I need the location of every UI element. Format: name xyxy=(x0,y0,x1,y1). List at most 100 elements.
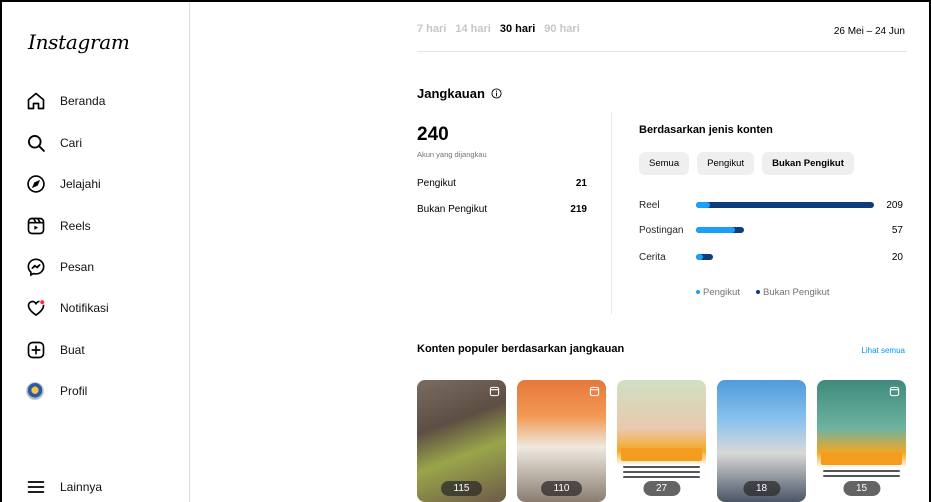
post-text-line xyxy=(823,475,900,477)
reels-icon xyxy=(589,386,600,397)
period-tabs: 7 hari 14 hari 30 hari 90 hari xyxy=(417,23,580,35)
bar-non-follower xyxy=(696,202,874,208)
home-icon xyxy=(27,92,45,110)
date-range: 26 Mei – 24 Jun xyxy=(833,26,905,37)
bar-value: 209 xyxy=(886,199,903,211)
chip-bukan-pengikut[interactable]: Bukan Pengikut xyxy=(762,152,854,175)
instagram-logo[interactable]: Instagram xyxy=(28,30,130,54)
post-text-line xyxy=(623,471,700,473)
section-title-text: Jangkauan xyxy=(417,86,485,101)
content-type-title: Berdasarkan jenis konten xyxy=(639,124,773,136)
messenger-icon xyxy=(27,258,45,277)
popular-content-title: Konten populer berdasarkan jangkauan xyxy=(417,343,625,355)
sidebar-item-buat[interactable]: Buat xyxy=(26,338,85,362)
sidebar-item-notifikasi[interactable]: Notifikasi xyxy=(26,296,109,320)
plus-square-icon xyxy=(27,341,45,359)
sidebar-item-label: Jelajahi xyxy=(60,177,101,191)
stat-row-bukan-pengikut: Bukan Pengikut 219 xyxy=(417,204,587,215)
menu-icon xyxy=(27,481,45,493)
legend-label: Bukan Pengikut xyxy=(762,287,830,298)
sidebar-item-pesan[interactable]: Pesan xyxy=(26,255,94,279)
sidebar-item-label: Cari xyxy=(60,136,83,150)
tab-30-hari[interactable]: 30 hari xyxy=(500,23,535,35)
chart-legend: Pengikut Bukan Pengikut xyxy=(696,287,830,298)
sidebar-item-label: Beranda xyxy=(60,94,106,108)
sidebar-item-label: Reels xyxy=(60,219,91,233)
bar-label: Reel xyxy=(639,199,660,211)
avatar xyxy=(26,382,44,400)
sidebar-item-label: Notifikasi xyxy=(60,301,109,315)
content-thumbnail[interactable]: 15 xyxy=(817,380,906,502)
bar-row-reel: Reel 209 xyxy=(639,198,907,212)
sidebar-item-jelajahi[interactable]: Jelajahi xyxy=(26,172,101,196)
reach-count: 115 xyxy=(440,481,483,496)
chip-semua[interactable]: Semua xyxy=(639,152,690,175)
reach-total-label: Akun yang dijangkau xyxy=(417,150,487,159)
reach-count: 27 xyxy=(642,481,681,496)
stat-label: Bukan Pengikut xyxy=(417,204,488,215)
reach-count: 18 xyxy=(742,481,781,496)
content-thumbnail[interactable]: 18 xyxy=(717,380,806,502)
sidebar-item-label: Profil xyxy=(60,384,88,398)
vertical-divider xyxy=(611,112,612,314)
bar-follower xyxy=(696,254,703,260)
reels-icon xyxy=(489,386,500,397)
search-icon xyxy=(28,135,45,152)
section-title-jangkauan: Jangkauan xyxy=(417,86,502,101)
content-thumbnail[interactable]: 115 xyxy=(417,380,506,502)
bar-track xyxy=(696,227,876,233)
divider xyxy=(417,51,907,52)
bar-value: 20 xyxy=(891,251,903,263)
sidebar-item-beranda[interactable]: Beranda xyxy=(26,89,105,113)
bar-value: 57 xyxy=(891,224,903,236)
legend-item-pengikut: Pengikut xyxy=(696,287,740,298)
bar-follower xyxy=(696,227,735,233)
stat-value: 21 xyxy=(575,178,587,189)
see-all-link[interactable]: Lihat semua xyxy=(861,346,905,355)
reach-count: 110 xyxy=(540,481,583,496)
post-text-line xyxy=(823,470,900,472)
insights-panel: 7 hari 14 hari 30 hari 90 hari 26 Mei – … xyxy=(417,0,907,502)
bar-track xyxy=(696,202,876,208)
tab-14-hari[interactable]: 14 hari xyxy=(455,23,490,35)
stat-label: Pengikut xyxy=(417,178,456,189)
legend-dot xyxy=(755,290,760,295)
explore-icon xyxy=(27,175,45,193)
stat-value: 219 xyxy=(570,204,587,215)
post-text-line xyxy=(623,476,700,478)
legend-item-bukan-pengikut: Bukan Pengikut xyxy=(755,287,830,298)
post-banner xyxy=(821,452,902,465)
post-banner xyxy=(621,448,702,461)
bar-label: Cerita xyxy=(639,251,666,263)
popular-content-list: 115 110 27 18 15 xyxy=(417,380,906,502)
legend-label: Pengikut xyxy=(703,287,740,298)
reels-icon xyxy=(889,386,900,397)
sidebar-item-label: Lainnya xyxy=(60,480,103,494)
sidebar-item-reels[interactable]: Reels xyxy=(26,214,91,238)
heart-icon xyxy=(27,299,46,317)
chip-pengikut[interactable]: Pengikut xyxy=(697,152,755,175)
tab-7-hari[interactable]: 7 hari xyxy=(417,23,446,35)
bar-follower xyxy=(696,202,710,208)
sidebar-item-label: Buat xyxy=(60,343,85,357)
sidebar: Instagram Beranda Cari Jelajahi Reels Pe… xyxy=(2,2,190,502)
bar-row-postingan: Postingan 57 xyxy=(639,223,907,237)
sidebar-item-lainnya[interactable]: Lainnya xyxy=(26,475,102,499)
bar-track xyxy=(696,254,876,260)
reels-icon xyxy=(27,217,45,235)
stat-row-pengikut: Pengikut 21 xyxy=(417,178,587,189)
reach-total: 240 xyxy=(417,124,449,145)
sidebar-item-cari[interactable]: Cari xyxy=(26,131,82,155)
legend-dot xyxy=(696,290,700,295)
content-thumbnail[interactable]: 27 xyxy=(617,380,706,502)
sidebar-item-profil[interactable]: Profil xyxy=(26,379,87,403)
post-text-line xyxy=(623,466,700,468)
reach-count: 15 xyxy=(842,481,881,496)
sidebar-item-label: Pesan xyxy=(60,260,95,274)
bar-label: Postingan xyxy=(639,224,684,236)
info-icon[interactable] xyxy=(491,88,502,99)
tab-90-hari[interactable]: 90 hari xyxy=(544,23,579,35)
filter-chips: Semua Pengikut Bukan Pengikut xyxy=(639,152,854,175)
content-thumbnail[interactable]: 110 xyxy=(517,380,606,502)
bar-row-cerita: Cerita 20 xyxy=(639,250,907,264)
